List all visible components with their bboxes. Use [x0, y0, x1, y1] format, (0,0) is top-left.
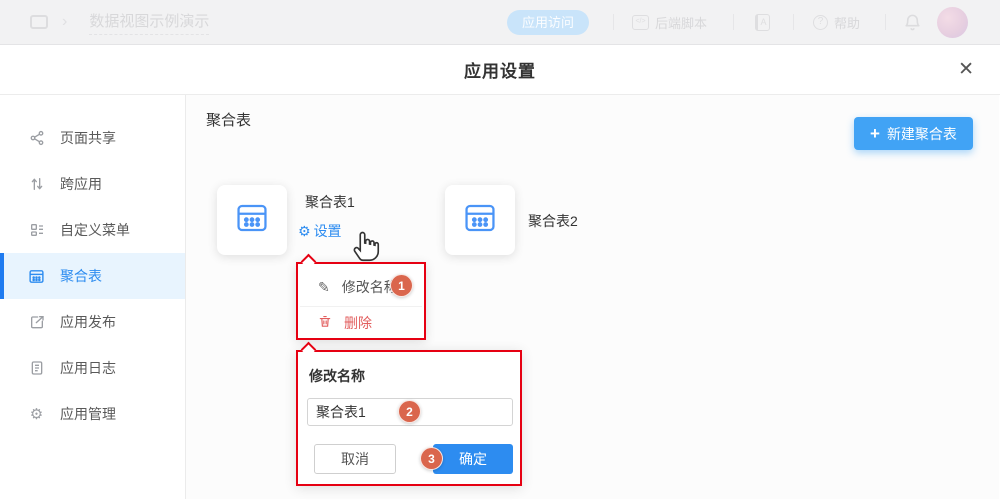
annotation-badge-2: 2 [398, 400, 421, 423]
close-icon[interactable]: ✕ [958, 57, 974, 83]
divider [793, 14, 794, 30]
pencil-icon: ✎ [318, 279, 330, 296]
sidebar-item-app-log[interactable]: 应用日志 [0, 345, 185, 391]
gear-icon: ⚙ [28, 406, 45, 423]
aggregate-table-name: 聚合表2 [528, 211, 578, 231]
menu-item-label: 删除 [344, 313, 372, 333]
card-settings-link[interactable]: ⚙ 设置 [298, 221, 342, 241]
app-access-button[interactable]: 应用访问 [507, 10, 589, 35]
breadcrumb[interactable]: 数据视图示例演示 [89, 10, 209, 35]
window-icon[interactable] [30, 15, 48, 29]
app-settings-modal: 应用设置 ✕ 页面共享 跨应用 自定义菜单 [0, 45, 1000, 500]
cross-app-icon [28, 176, 45, 193]
aggregate-table-pane: 聚合表 + 新建聚合表 聚合表1 ⚙ 设置 聚合表2 [186, 95, 999, 499]
sidebar-item-app-manage[interactable]: ⚙ 应用管理 [0, 391, 185, 437]
active-indicator [0, 253, 4, 299]
sidebar-item-app-publish[interactable]: 应用发布 [0, 299, 185, 345]
divider [300, 306, 422, 307]
sidebar-item-aggregate-table[interactable]: 聚合表 [0, 253, 185, 299]
aggregate-table-card-1[interactable] [217, 185, 287, 255]
sidebar-item-custom-menu[interactable]: 自定义菜单 [0, 207, 185, 253]
chevron-right-icon: › [62, 13, 67, 31]
help-menu[interactable]: ? 帮助 [813, 0, 860, 45]
settings-sidebar: 页面共享 跨应用 自定义菜单 聚合表 [0, 95, 186, 499]
share-icon [28, 130, 45, 147]
table-card-icon [235, 201, 269, 240]
card-context-menu: ✎ 修改名称 删除 1 [296, 262, 426, 340]
annotation-badge-3: 3 [420, 447, 443, 470]
rename-popover: 修改名称 2 取消 确定 3 [296, 350, 522, 486]
table-card-icon [463, 201, 497, 240]
sidebar-item-label: 自定义菜单 [60, 220, 130, 240]
aggregate-table-icon [28, 268, 45, 285]
log-icon [28, 360, 45, 377]
new-aggregate-table-button[interactable]: + 新建聚合表 [854, 117, 973, 150]
code-icon: </> [632, 15, 649, 30]
help-icon: ? [813, 15, 828, 30]
doc-icon: A [755, 14, 770, 31]
page-title: 聚合表 [206, 109, 251, 130]
docs-button[interactable]: A [755, 0, 770, 45]
custom-menu-icon [28, 222, 45, 239]
modal-header: 应用设置 ✕ [0, 45, 1000, 95]
sidebar-item-cross-app[interactable]: 跨应用 [0, 161, 185, 207]
modal-title: 应用设置 [464, 57, 536, 82]
sidebar-item-label: 应用日志 [60, 358, 116, 378]
new-button-label: 新建聚合表 [887, 124, 957, 144]
hand-cursor-icon [349, 228, 385, 269]
backend-script-label: 后端脚本 [655, 13, 707, 32]
sidebar-item-label: 应用管理 [60, 404, 116, 424]
sidebar-item-label: 跨应用 [60, 174, 102, 194]
publish-icon [28, 314, 45, 331]
popover-title: 修改名称 [309, 366, 365, 386]
app-header: › 数据视图示例演示 应用访问 </> 后端脚本 A ? 帮助 [0, 0, 1000, 45]
user-avatar[interactable] [937, 7, 968, 38]
trash-icon [318, 314, 332, 332]
confirm-button[interactable]: 确定 [433, 444, 513, 474]
plus-icon: + [870, 125, 880, 142]
sidebar-item-label: 应用发布 [60, 312, 116, 332]
menu-item-delete[interactable]: 删除 [298, 308, 424, 338]
sidebar-item-label: 聚合表 [60, 266, 102, 286]
aggregate-table-card-2[interactable] [445, 185, 515, 255]
annotation-badge-1: 1 [390, 274, 413, 297]
bell-icon[interactable] [903, 13, 922, 37]
divider [733, 14, 734, 30]
divider [885, 14, 886, 30]
sidebar-item-page-share[interactable]: 页面共享 [0, 115, 185, 161]
cancel-button[interactable]: 取消 [314, 444, 396, 474]
divider [613, 14, 614, 30]
help-label: 帮助 [834, 13, 860, 32]
gear-icon: ⚙ [298, 223, 311, 240]
sidebar-item-label: 页面共享 [60, 128, 116, 148]
settings-label: 设置 [314, 221, 342, 241]
aggregate-table-name: 聚合表1 [305, 192, 355, 212]
backend-script-menu[interactable]: </> 后端脚本 [632, 0, 707, 45]
